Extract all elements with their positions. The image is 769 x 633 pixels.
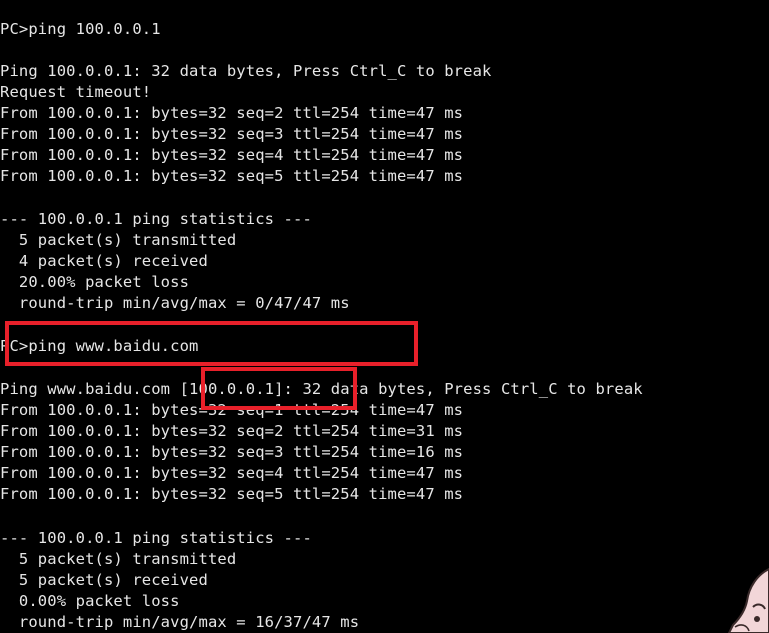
output-line: From 100.0.0.1: bytes=32 seq=4 ttl=254 t… [0,146,464,164]
stats-header: --- 100.0.0.1 ping statistics --- [0,529,312,547]
output-line: From 100.0.0.1: bytes=32 seq=1 ttl=254 t… [0,401,464,419]
terminal-window[interactable]: PC>ping 100.0.0.1 Ping 100.0.0.1: 32 dat… [0,0,769,633]
output-line: Ping 100.0.0.1: 32 data bytes, Press Ctr… [0,62,492,80]
output-line: From 100.0.0.1: bytes=32 seq=2 ttl=254 t… [0,422,464,440]
stats-line: 5 packet(s) transmitted [0,231,237,249]
output-line: Ping www.baidu.com [100.0.0.1]: 32 data … [0,380,643,398]
command-line: PC>ping 100.0.0.1 [0,20,161,38]
command-line: PC>ping www.baidu.com [0,337,199,355]
cartoon-figure-icon [727,567,769,633]
output-line: From 100.0.0.1: bytes=32 seq=3 ttl=254 t… [0,443,464,461]
output-line: From 100.0.0.1: bytes=32 seq=2 ttl=254 t… [0,104,464,122]
stats-line: round-trip min/avg/max = 0/47/47 ms [0,294,350,312]
stats-line: 4 packet(s) received [0,252,208,270]
stats-header: --- 100.0.0.1 ping statistics --- [0,210,312,228]
output-line: Request timeout! [0,83,152,101]
stats-line: 0.00% packet loss [0,592,180,610]
stats-line: round-trip min/avg/max = 16/37/47 ms [0,613,360,631]
output-line: From 100.0.0.1: bytes=32 seq=4 ttl=254 t… [0,464,464,482]
output-line: From 100.0.0.1: bytes=32 seq=5 ttl=254 t… [0,485,464,503]
stats-line: 20.00% packet loss [0,273,190,291]
output-line: From 100.0.0.1: bytes=32 seq=3 ttl=254 t… [0,125,464,143]
stats-line: 5 packet(s) received [0,571,208,589]
output-line: From 100.0.0.1: bytes=32 seq=5 ttl=254 t… [0,167,464,185]
stats-line: 5 packet(s) transmitted [0,550,237,568]
